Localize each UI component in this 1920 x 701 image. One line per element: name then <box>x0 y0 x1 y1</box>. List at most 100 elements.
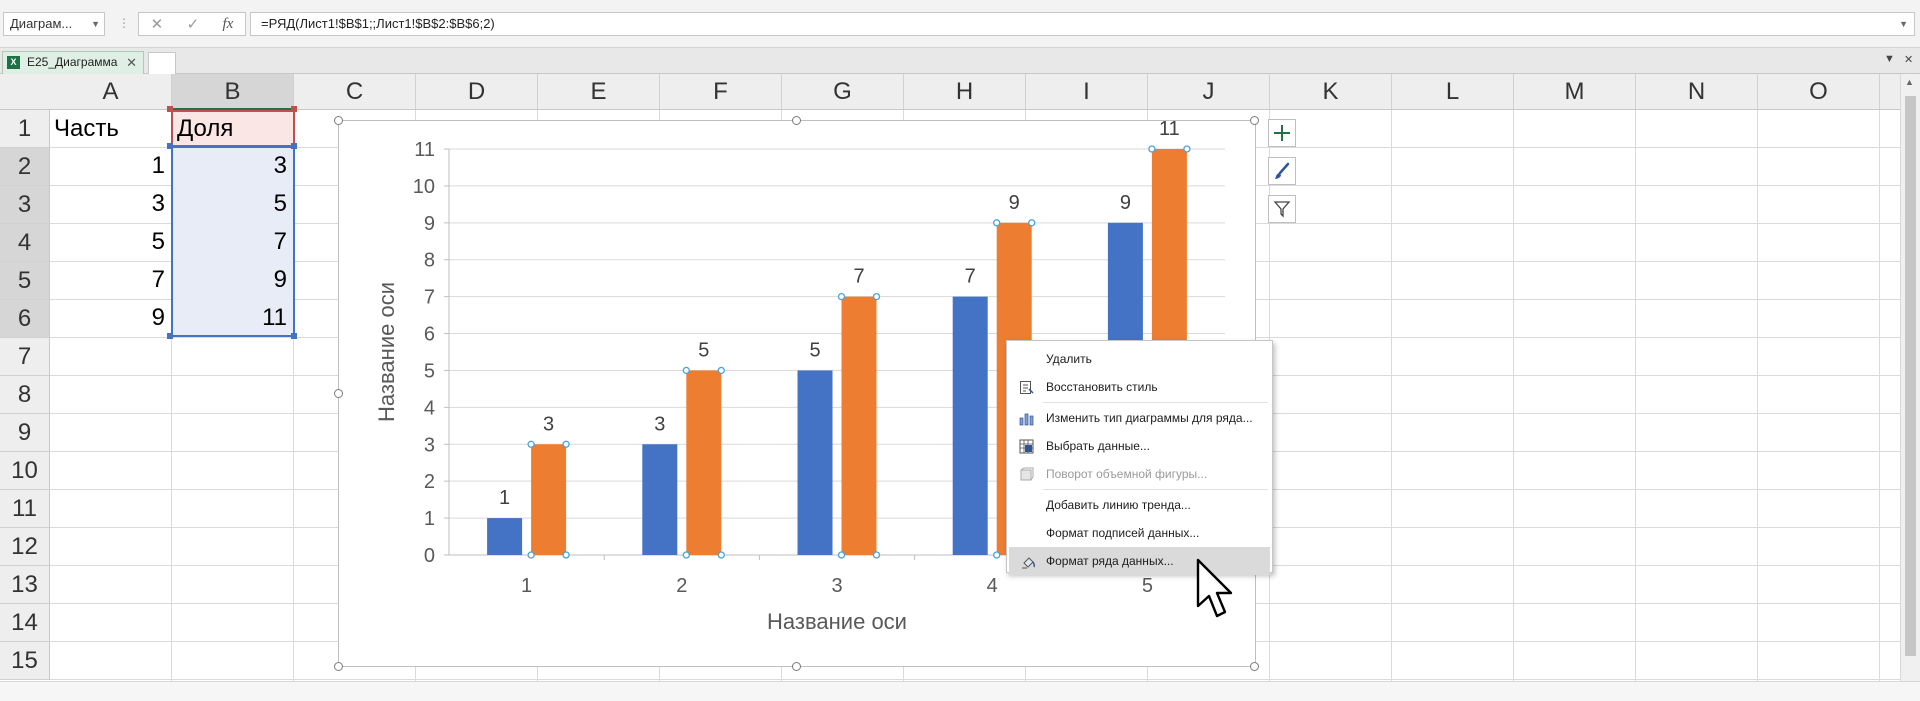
tab-list-icon[interactable]: ▼ <box>1884 53 1895 65</box>
close-window-icon[interactable]: ✕ <box>1904 53 1913 66</box>
column-header-o[interactable]: O <box>1758 74 1880 110</box>
rotation-3d-icon <box>1020 467 1034 481</box>
column-header-h[interactable]: H <box>904 74 1026 110</box>
y-tick-label: 1 <box>424 508 435 530</box>
row-header-11[interactable]: 11 <box>0 490 50 528</box>
column-header-f[interactable]: F <box>660 74 782 110</box>
data-label: 7 <box>853 266 864 288</box>
series-selection-handle <box>993 219 1001 227</box>
data-label: 7 <box>965 266 976 288</box>
y-tick-label: 5 <box>424 360 435 382</box>
series-selection-handle <box>527 440 535 448</box>
series-selection-handle <box>993 551 1001 559</box>
chart-resize-handle[interactable] <box>334 662 343 671</box>
row-header-14[interactable]: 14 <box>0 604 50 642</box>
column-header-m[interactable]: M <box>1514 74 1636 110</box>
cell-a3[interactable]: 3 <box>50 185 171 222</box>
menu-item-reset-style[interactable]: Восстановить стиль <box>1007 373 1272 401</box>
chart-resize-handle[interactable] <box>792 662 801 671</box>
menu-item-label: Удалить <box>1046 352 1092 366</box>
column-header-a[interactable]: A <box>50 74 172 110</box>
column-header-n[interactable]: N <box>1636 74 1758 110</box>
excel-icon: X <box>7 56 20 69</box>
column-gridline <box>1879 110 1880 681</box>
cell-a1[interactable]: Часть <box>50 110 171 147</box>
row-header-3[interactable]: 3 <box>0 186 50 224</box>
cell-b5[interactable]: 9 <box>173 261 293 298</box>
cell-b4[interactable]: 7 <box>173 223 293 260</box>
column-header-l[interactable]: L <box>1392 74 1514 110</box>
column-header-j[interactable]: J <box>1148 74 1270 110</box>
expand-formula-icon[interactable]: ▼ <box>1899 13 1908 35</box>
column-header-g[interactable]: G <box>782 74 904 110</box>
menu-item-format-data-labels[interactable]: Формат подписей данных... <box>1007 519 1272 547</box>
formula-text: =РЯД(Лист1!$B$1;;Лист1!$B$2:$B$6;2) <box>261 16 495 31</box>
cell-a4[interactable]: 5 <box>50 223 171 260</box>
menu-item-add-trendline[interactable]: Добавить линию тренда... <box>1007 491 1272 519</box>
y-tick-label: 2 <box>424 471 435 493</box>
column-header-b[interactable]: B <box>172 74 294 110</box>
scroll-up-icon[interactable]: ▲ <box>1905 77 1914 87</box>
chart-elements-button[interactable] <box>1268 119 1296 147</box>
menu-item-change-chart-type[interactable]: Изменить тип диаграммы для ряда... <box>1007 404 1272 432</box>
name-box[interactable]: Диаграм... ▼ <box>3 12 105 36</box>
column-header-e[interactable]: E <box>538 74 660 110</box>
chevron-down-icon[interactable]: ▼ <box>91 13 100 35</box>
menu-item-label: Изменить тип диаграммы для ряда... <box>1046 411 1253 425</box>
chart-resize-handle[interactable] <box>792 116 801 125</box>
cell-b2[interactable]: 3 <box>173 147 293 184</box>
column-header-d[interactable]: D <box>416 74 538 110</box>
row-header-12[interactable]: 12 <box>0 528 50 566</box>
column-header-i[interactable]: I <box>1026 74 1148 110</box>
row-header-7[interactable]: 7 <box>0 338 50 376</box>
menu-item-delete[interactable]: Удалить <box>1007 345 1272 373</box>
cell-b6[interactable]: 11 <box>173 299 293 336</box>
workbook-tab-strip: X E25_Диаграмма ✕ ▼ ✕ <box>0 48 1920 74</box>
new-tab-button[interactable] <box>148 52 176 74</box>
column-header-c[interactable]: C <box>294 74 416 110</box>
row-header-5[interactable]: 5 <box>0 262 50 300</box>
row-header-10[interactable]: 10 <box>0 452 50 490</box>
row-header-8[interactable]: 8 <box>0 376 50 414</box>
row-header-9[interactable]: 9 <box>0 414 50 452</box>
row-header-2[interactable]: 2 <box>0 148 50 186</box>
bar-series-2 <box>841 296 877 555</box>
row-header-6[interactable]: 6 <box>0 300 50 338</box>
workbook-tab-label: E25_Диаграмма <box>27 55 118 69</box>
scrollbar-thumb[interactable] <box>1905 96 1916 656</box>
cell-a5[interactable]: 7 <box>50 261 171 298</box>
menu-item-3d-rotation: Поворот объемной фигуры... <box>1007 460 1272 488</box>
cell-a6[interactable]: 9 <box>50 299 171 336</box>
chart-filters-button[interactable] <box>1268 195 1296 223</box>
x-tick-label: 4 <box>987 575 998 597</box>
chart-resize-handle[interactable] <box>334 389 343 398</box>
close-icon[interactable]: ✕ <box>126 52 137 73</box>
chart-styles-button[interactable] <box>1268 157 1296 185</box>
cell-b3[interactable]: 5 <box>173 185 293 222</box>
formula-buttons: ✕ ✓ fx <box>138 12 246 36</box>
row-header-1[interactable]: 1 <box>0 110 50 148</box>
menu-item-select-data[interactable]: Выбрать данные... <box>1007 432 1272 460</box>
cell-b1[interactable]: Доля <box>173 110 293 147</box>
y-tick-label: 0 <box>424 545 435 567</box>
enter-icon[interactable]: ✓ <box>187 15 200 33</box>
cell-a2[interactable]: 1 <box>50 147 171 184</box>
row-header-4[interactable]: 4 <box>0 224 50 262</box>
insert-function-icon[interactable]: fx <box>222 16 233 33</box>
row-header-13[interactable]: 13 <box>0 566 50 604</box>
x-tick-label: 5 <box>1142 575 1153 597</box>
data-label: 9 <box>1009 192 1020 214</box>
workbook-tab[interactable]: X E25_Диаграмма ✕ <box>2 51 144 74</box>
column-header-k[interactable]: K <box>1270 74 1392 110</box>
cancel-icon[interactable]: ✕ <box>151 15 164 33</box>
chart-resize-handle[interactable] <box>1250 116 1259 125</box>
row-header-15[interactable]: 15 <box>0 642 50 680</box>
data-label: 11 <box>1159 121 1180 140</box>
vertical-scrollbar[interactable]: ▲ <box>1900 74 1920 681</box>
chart-resize-handle[interactable] <box>334 116 343 125</box>
bar-series-2 <box>686 370 722 555</box>
formula-input[interactable]: =РЯД(Лист1!$B$1;;Лист1!$B$2:$B$6;2) ▼ <box>250 12 1915 36</box>
chart-resize-handle[interactable] <box>1250 662 1259 671</box>
select-data-icon <box>1019 439 1034 454</box>
menu-item-label: Восстановить стиль <box>1046 380 1158 394</box>
